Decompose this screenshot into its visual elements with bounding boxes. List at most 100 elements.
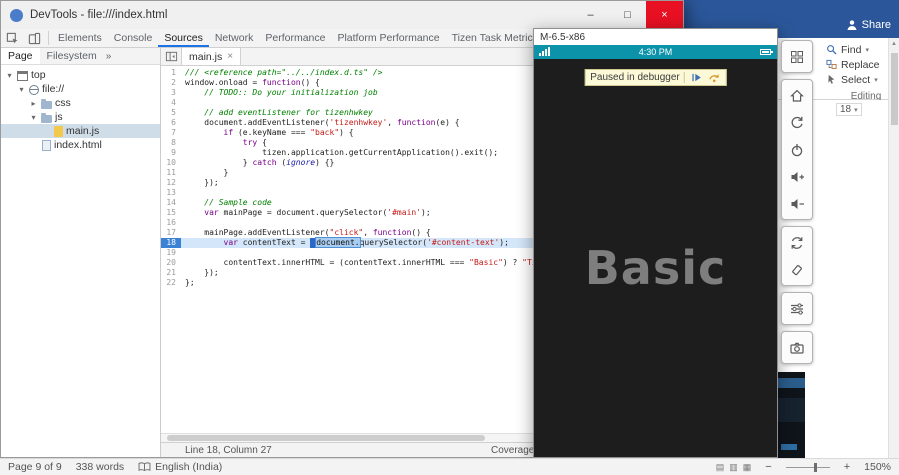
line-number[interactable]: 11 <box>161 168 181 178</box>
tree-item-css[interactable]: ▸css <box>1 96 160 110</box>
word-count[interactable]: 338 words <box>76 461 124 473</box>
disclosure-open-icon[interactable]: ▾ <box>5 71 14 80</box>
devtools-tab-platform-performance[interactable]: Platform Performance <box>331 29 445 47</box>
line-text[interactable]: var mainPage = document.querySelector('#… <box>181 208 431 218</box>
line-text[interactable]: }); <box>181 268 219 278</box>
line-number[interactable]: 1 <box>161 68 181 78</box>
inspect-element-icon[interactable] <box>1 29 23 47</box>
line-text[interactable]: var contentText = document.querySelector… <box>181 238 509 248</box>
scrollbar-thumb[interactable] <box>891 53 898 125</box>
maximize-button[interactable]: □ <box>609 1 646 29</box>
settings-button[interactable] <box>782 295 812 322</box>
tab-filesystem[interactable]: Filesystem <box>40 48 104 64</box>
line-text[interactable]: }; <box>181 278 195 288</box>
line-number[interactable]: 22 <box>161 278 181 288</box>
read-mode-icon[interactable]: ▤ <box>716 462 725 473</box>
step-over-button[interactable] <box>707 71 721 84</box>
close-button[interactable]: × <box>646 1 683 29</box>
web-layout-icon[interactable]: ▦ <box>743 462 752 473</box>
line-number[interactable]: 8 <box>161 138 181 148</box>
line-number[interactable]: 16 <box>161 218 181 228</box>
line-text[interactable]: mainPage.addEventListener("click", funct… <box>181 228 431 238</box>
line-number[interactable]: 12 <box>161 178 181 188</box>
language-status[interactable]: English (India) <box>138 461 222 473</box>
home-button[interactable] <box>782 82 812 109</box>
line-text[interactable] <box>181 248 185 258</box>
share-button[interactable]: Share <box>846 19 891 31</box>
doc-header-fragment[interactable]: 18 ▾ <box>836 103 862 116</box>
line-text[interactable]: document.addEventListener('tizenhwkey', … <box>181 118 460 128</box>
line-text[interactable] <box>181 218 185 228</box>
line-text[interactable]: contentText.innerHTML = (contentText.inn… <box>181 258 570 268</box>
scroll-up-icon[interactable]: ▲ <box>889 38 899 50</box>
zoom-in-button[interactable]: + <box>844 461 850 473</box>
zoom-out-button[interactable]: − <box>765 461 771 473</box>
line-number[interactable]: 19 <box>161 248 181 258</box>
zoom-slider[interactable] <box>786 467 830 468</box>
resume-script-button[interactable] <box>689 71 703 84</box>
more-tabs-icon[interactable]: » <box>106 51 112 62</box>
line-text[interactable]: // Sample code <box>181 198 272 208</box>
devtools-tab-performance[interactable]: Performance <box>259 29 331 47</box>
line-number[interactable]: 10 <box>161 158 181 168</box>
line-text[interactable]: try { <box>181 138 267 148</box>
phone-screen[interactable]: 4:30 PM Paused in debugger Basic <box>534 45 777 457</box>
line-number[interactable]: 4 <box>161 98 181 108</box>
disclosure-open-icon[interactable]: ▾ <box>29 113 38 122</box>
devtools-tab-network[interactable]: Network <box>209 29 260 47</box>
line-number[interactable]: 2 <box>161 78 181 88</box>
tree-item-file[interactable]: ▾file:// <box>1 82 160 96</box>
tree-item-js[interactable]: ▾js <box>1 110 160 124</box>
devtools-tab-sources[interactable]: Sources <box>158 29 209 47</box>
line-number[interactable]: 17 <box>161 228 181 238</box>
line-number[interactable]: 3 <box>161 88 181 98</box>
rotate-button[interactable] <box>782 229 812 256</box>
line-number[interactable]: 18 <box>161 238 181 248</box>
line-text[interactable]: /// <reference path="../../index.d.ts" /… <box>181 68 382 78</box>
line-text[interactable]: } <box>181 168 228 178</box>
device-toolbar-icon[interactable] <box>23 29 45 47</box>
devtools-tab-elements[interactable]: Elements <box>52 29 108 47</box>
disclosure-closed-icon[interactable]: ▸ <box>29 99 38 108</box>
volume-up-button[interactable] <box>782 163 812 190</box>
zoom-slider-thumb[interactable] <box>814 463 817 472</box>
line-number[interactable]: 20 <box>161 258 181 268</box>
tab-close-icon[interactable]: × <box>227 51 233 62</box>
camera-button[interactable] <box>782 334 812 361</box>
tree-item-index-html[interactable]: index.html <box>1 138 160 152</box>
line-text[interactable]: tizen.application.getCurrentApplication(… <box>181 148 498 158</box>
line-number[interactable]: 7 <box>161 128 181 138</box>
disclosure-open-icon[interactable]: ▾ <box>17 85 26 94</box>
line-text[interactable] <box>181 188 185 198</box>
zoom-level[interactable]: 150% <box>864 461 891 473</box>
line-number[interactable]: 5 <box>161 108 181 118</box>
word-scrollbar[interactable]: ▲ <box>888 38 899 458</box>
power-button[interactable] <box>782 136 812 163</box>
grid-button[interactable] <box>782 43 812 70</box>
line-number[interactable]: 9 <box>161 148 181 158</box>
back-button[interactable] <box>782 109 812 136</box>
line-text[interactable]: // TODO:: Do your initialization job <box>181 88 378 98</box>
line-number[interactable]: 15 <box>161 208 181 218</box>
line-text[interactable] <box>181 98 185 108</box>
volume-down-button[interactable] <box>782 190 812 217</box>
tilt-button[interactable] <box>782 256 812 283</box>
editor-tab-mainjs[interactable]: main.js × <box>181 48 241 65</box>
devtools-tab-console[interactable]: Console <box>108 29 159 47</box>
line-text[interactable]: // add eventListener for tizenhwkey <box>181 108 373 118</box>
line-text[interactable]: } catch (ignore) {} <box>181 158 334 168</box>
line-text[interactable]: window.onload = function() { <box>181 78 320 88</box>
line-number[interactable]: 6 <box>161 118 181 128</box>
emulator-titlebar[interactable]: M-6.5-x86 <box>534 29 777 45</box>
line-number[interactable]: 14 <box>161 198 181 208</box>
line-number[interactable]: 13 <box>161 188 181 198</box>
line-text[interactable]: if (e.keyName === "back") { <box>181 128 354 138</box>
page-count[interactable]: Page 9 of 9 <box>8 461 62 473</box>
hscrollbar-thumb[interactable] <box>167 435 485 441</box>
print-layout-icon[interactable]: ▥ <box>729 462 738 473</box>
tree-item-top[interactable]: ▾top <box>1 68 160 82</box>
tree-item-main-js[interactable]: main.js <box>1 124 160 138</box>
navigator-toggle-icon[interactable] <box>161 48 181 65</box>
devtools-titlebar[interactable]: DevTools - file:///index.html – □ × <box>1 1 683 29</box>
minimize-button[interactable]: – <box>572 1 609 29</box>
